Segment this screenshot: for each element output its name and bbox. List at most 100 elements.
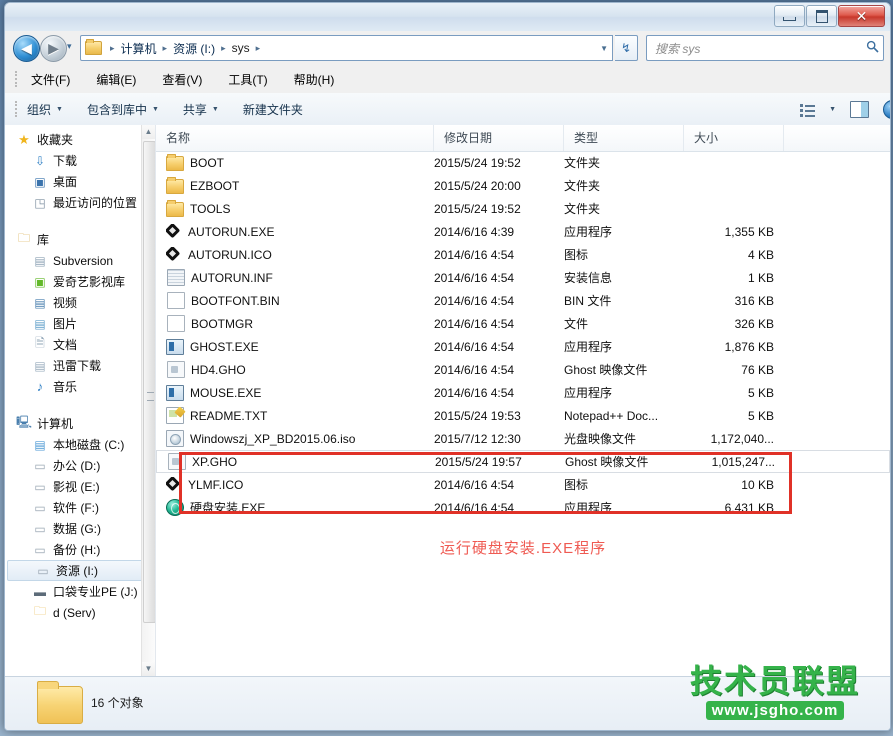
share-button[interactable]: 共享 ▼: [183, 101, 219, 118]
file-type: Ghost 映像文件: [565, 453, 685, 470]
sidebar-item-downloads[interactable]: ⇩ 下载: [5, 150, 155, 171]
new-folder-button[interactable]: 新建文件夹: [243, 101, 303, 118]
table-row[interactable]: MOUSE.EXE 2014/6/16 4:54 应用程序 5 KB: [156, 381, 890, 404]
table-row[interactable]: Windowszj_XP_BD2015.06.iso 2015/7/12 12:…: [156, 427, 890, 450]
table-row[interactable]: EZBOOT 2015/5/24 20:00 文件夹: [156, 174, 890, 197]
table-row[interactable]: AUTORUN.EXE 2014/6/16 4:39 应用程序 1,355 KB: [156, 220, 890, 243]
breadcrumb-item-computer[interactable]: 计算机: [120, 38, 158, 59]
nav-header-computer[interactable]: 🖳 计算机: [5, 413, 155, 434]
chevron-down-icon[interactable]: ▼: [600, 44, 608, 53]
table-row[interactable]: GHOST.EXE 2014/6/16 4:54 应用程序 1,876 KB: [156, 335, 890, 358]
table-row[interactable]: XP.GHO 2015/5/24 19:57 Ghost 映像文件 1,015,…: [156, 450, 890, 473]
chevron-down-icon[interactable]: ▼: [829, 106, 836, 113]
search-input[interactable]: 搜索 sys: [647, 40, 861, 57]
breadcrumb-separator-1[interactable]: ▸: [163, 43, 168, 54]
help-icon[interactable]: ?: [883, 100, 891, 119]
file-name-cell[interactable]: AUTORUN.INF: [166, 269, 431, 286]
close-button[interactable]: ✕: [838, 5, 885, 27]
sidebar-item-drive-f[interactable]: ▭ 软件 (F:): [5, 497, 155, 518]
content-area: ★ 收藏夹 ⇩ 下载 ▣ 桌面 ◳ 最近访问的位置: [5, 125, 890, 676]
table-row[interactable]: AUTORUN.ICO 2014/6/16 4:54 图标 4 KB: [156, 243, 890, 266]
sidebar-item-drive-d[interactable]: ▭ 办公 (D:): [5, 455, 155, 476]
sidebar-item-video[interactable]: ▤ 视频: [5, 292, 155, 313]
scrollbar-thumb[interactable]: [143, 141, 156, 623]
sidebar-item-desktop[interactable]: ▣ 桌面: [5, 171, 155, 192]
sidebar-item-network-d[interactable]: 🗀 d (Serv): [5, 602, 155, 623]
back-button[interactable]: ◀: [13, 35, 40, 62]
file-name-cell[interactable]: MOUSE.EXE: [166, 385, 431, 401]
file-name-cell[interactable]: HD4.GHO: [166, 361, 431, 378]
column-header-size[interactable]: 大小: [684, 125, 784, 151]
chevron-down-icon: ▼: [212, 106, 219, 113]
column-header-name[interactable]: 名称: [156, 125, 434, 151]
table-row[interactable]: YLMF.ICO 2014/6/16 4:54 图标 10 KB: [156, 473, 890, 496]
sidebar-item-iqiyi[interactable]: ▣ 爱奇艺影视库: [5, 271, 155, 292]
menu-view[interactable]: 查看(V): [158, 68, 206, 91]
menu-edit[interactable]: 编辑(E): [92, 68, 140, 91]
breadcrumb-item-sys[interactable]: sys: [231, 39, 251, 57]
maximize-button[interactable]: [806, 5, 837, 27]
scroll-down-button[interactable]: ▼: [142, 662, 155, 676]
menu-tools[interactable]: 工具(T): [224, 68, 271, 91]
forward-button[interactable]: ▶: [40, 35, 67, 62]
preview-pane-icon[interactable]: [850, 101, 869, 118]
navigation-scrollbar[interactable]: ▲ ▼: [141, 125, 155, 676]
sidebar-item-documents[interactable]: 🗎 文档: [5, 334, 155, 355]
breadcrumb-separator-0[interactable]: ▸: [110, 43, 115, 54]
file-name-cell[interactable]: GHOST.EXE: [166, 339, 431, 355]
scroll-up-button[interactable]: ▲: [142, 125, 155, 139]
file-name-cell[interactable]: YLMF.ICO: [166, 477, 431, 492]
sidebar-item-thunder-download[interactable]: ▤ 迅雷下载: [5, 355, 155, 376]
recent-pages-icon[interactable]: ▾: [67, 41, 72, 52]
table-row[interactable]: README.TXT 2015/5/24 19:53 Notepad++ Doc…: [156, 404, 890, 427]
table-row[interactable]: AUTORUN.INF 2014/6/16 4:54 安装信息 1 KB: [156, 266, 890, 289]
breadcrumb[interactable]: ▸ 计算机 ▸ 资源 (I:) ▸ sys ▸ ▼: [80, 35, 613, 61]
file-name-cell[interactable]: BOOT: [166, 154, 431, 171]
new-folder-label: 新建文件夹: [243, 101, 303, 118]
music-icon: ♪: [31, 379, 49, 394]
sidebar-item-drive-h[interactable]: ▭ 备份 (H:): [5, 539, 155, 560]
table-row[interactable]: BOOTFONT.BIN 2014/6/16 4:54 BIN 文件 316 K…: [156, 289, 890, 312]
breadcrumb-item-drive[interactable]: 资源 (I:): [172, 38, 216, 59]
table-row[interactable]: BOOTMGR 2014/6/16 4:54 文件 326 KB: [156, 312, 890, 335]
refresh-button[interactable]: ↯: [615, 35, 638, 61]
table-row[interactable]: HD4.GHO 2014/6/16 4:54 Ghost 映像文件 76 KB: [156, 358, 890, 381]
table-row[interactable]: BOOT 2015/5/24 19:52 文件夹: [156, 151, 890, 174]
file-name-cell[interactable]: BOOTMGR: [166, 315, 431, 332]
file-name-cell[interactable]: TOOLS: [166, 200, 431, 217]
nav-header-favorites[interactable]: ★ 收藏夹: [5, 129, 155, 150]
file-list-pane[interactable]: 名称 修改日期 类型 大小 BOOT 2015/5/24 19:52 文件夹: [156, 125, 890, 676]
file-name-cell[interactable]: Windowszj_XP_BD2015.06.iso: [166, 430, 431, 447]
menu-file[interactable]: 文件(F): [27, 68, 74, 91]
sidebar-item-recent-places[interactable]: ◳ 最近访问的位置: [5, 192, 155, 213]
nav-header-libraries[interactable]: 🗀 库: [5, 229, 155, 250]
sidebar-item-drive-g[interactable]: ▭ 数据 (G:): [5, 518, 155, 539]
table-row[interactable]: 硬盘安装.EXE 2014/6/16 4:54 应用程序 6,431 KB: [156, 496, 890, 519]
minimize-button[interactable]: [774, 5, 805, 27]
file-name-cell[interactable]: XP.GHO: [167, 453, 432, 470]
column-header-type[interactable]: 类型: [564, 125, 684, 151]
sidebar-item-drive-i[interactable]: ▭ 资源 (I:): [7, 560, 151, 581]
include-in-library-button[interactable]: 包含到库中 ▼: [87, 101, 159, 118]
menu-help[interactable]: 帮助(H): [290, 68, 339, 91]
file-name-cell[interactable]: BOOTFONT.BIN: [166, 292, 431, 309]
column-header-date[interactable]: 修改日期: [434, 125, 564, 151]
sidebar-item-pictures[interactable]: ▤ 图片: [5, 313, 155, 334]
sidebar-item-music[interactable]: ♪ 音乐: [5, 376, 155, 397]
file-name-cell[interactable]: AUTORUN.ICO: [166, 247, 431, 262]
file-name-cell[interactable]: README.TXT: [166, 407, 431, 424]
search-box[interactable]: 搜索 sys: [646, 35, 884, 61]
sidebar-item-drive-j[interactable]: ▬ 口袋专业PE (J:): [5, 581, 155, 602]
navigation-pane[interactable]: ★ 收藏夹 ⇩ 下载 ▣ 桌面 ◳ 最近访问的位置: [5, 125, 156, 676]
table-row[interactable]: TOOLS 2015/5/24 19:52 文件夹: [156, 197, 890, 220]
file-name-cell[interactable]: 硬盘安装.EXE: [166, 499, 431, 516]
breadcrumb-separator-3[interactable]: ▸: [256, 43, 261, 54]
organize-button[interactable]: 组织 ▼: [27, 101, 63, 118]
sidebar-item-subversion[interactable]: ▤ Subversion: [5, 250, 155, 271]
sidebar-item-drive-c[interactable]: ▤ 本地磁盘 (C:): [5, 434, 155, 455]
file-name-cell[interactable]: EZBOOT: [166, 177, 431, 194]
sidebar-item-drive-e[interactable]: ▭ 影视 (E:): [5, 476, 155, 497]
file-name-cell[interactable]: AUTORUN.EXE: [166, 224, 431, 239]
breadcrumb-separator-2[interactable]: ▸: [221, 43, 226, 54]
change-view-icon[interactable]: [800, 103, 815, 116]
